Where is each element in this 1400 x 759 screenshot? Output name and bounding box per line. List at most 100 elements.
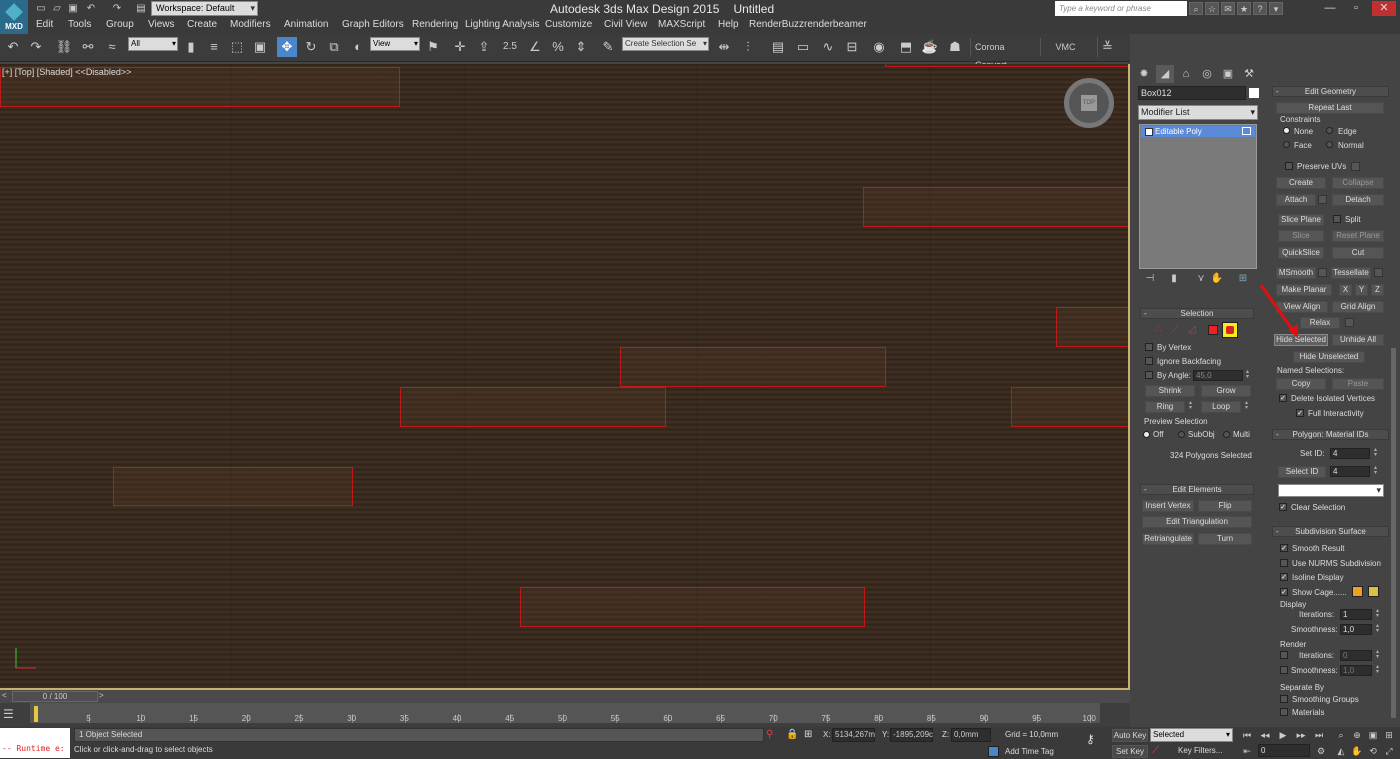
- flip-button[interactable]: Flip: [1198, 500, 1252, 512]
- menu-modifiers[interactable]: Modifiers: [230, 19, 271, 30]
- ignore-backfacing-checkbox[interactable]: [1145, 357, 1153, 365]
- make-unique-icon[interactable]: ⋎: [1194, 273, 1208, 287]
- app-logo[interactable]: MXD: [0, 0, 28, 34]
- selected-plank[interactable]: [520, 587, 865, 627]
- configure-modifier-sets-icon[interactable]: ⊞: [1236, 273, 1250, 287]
- ring-button[interactable]: Ring: [1145, 401, 1185, 413]
- viewcube-face[interactable]: TOP: [1081, 95, 1097, 111]
- maximize-icon[interactable]: ▫: [1344, 1, 1368, 16]
- key-icon[interactable]: ⚷: [1086, 732, 1095, 746]
- auto-key-button[interactable]: Auto Key: [1112, 729, 1148, 742]
- isolate-selection-icon[interactable]: ⚲: [766, 729, 773, 740]
- select-id-field[interactable]: 4: [1330, 466, 1370, 477]
- copy-button[interactable]: Copy: [1276, 378, 1326, 390]
- favorites-icon[interactable]: ★: [1237, 2, 1251, 15]
- pan-view-icon[interactable]: ✋: [1350, 745, 1364, 757]
- tessellate-button[interactable]: Tessellate: [1331, 267, 1371, 279]
- detach-button[interactable]: Detach: [1332, 194, 1384, 206]
- render-smoothness-spinner[interactable]: ▴ ▾: [1374, 664, 1381, 676]
- project-folder-icon[interactable]: ▤: [134, 2, 148, 15]
- new-file-icon[interactable]: ▭: [34, 2, 48, 15]
- smoothing-groups-checkbox[interactable]: [1280, 695, 1288, 703]
- angle-spinner[interactable]: ▴ ▾: [1244, 369, 1251, 381]
- zoom-icon[interactable]: ⌕: [1334, 729, 1348, 741]
- selected-plank[interactable]: [113, 467, 353, 506]
- selected-plank[interactable]: [885, 64, 1128, 67]
- selected-plank[interactable]: [1011, 387, 1128, 427]
- menu-edit[interactable]: Edit: [36, 19, 53, 30]
- time-slider-thumb[interactable]: 0 / 100: [12, 691, 98, 702]
- select-move-icon[interactable]: ✥: [277, 37, 297, 57]
- key-mode-toggle-icon[interactable]: ⇤: [1240, 745, 1254, 757]
- cage-color-swatch-1[interactable]: [1352, 586, 1363, 597]
- isoline-display-checkbox[interactable]: ✓: [1280, 573, 1288, 581]
- border-mode-icon[interactable]: ◿: [1188, 324, 1200, 336]
- minimize-icon[interactable]: —: [1318, 1, 1342, 16]
- menu-tools[interactable]: Tools: [68, 19, 91, 30]
- link-icon[interactable]: ⛓: [54, 37, 74, 57]
- menu-civil-view[interactable]: Civil View: [604, 19, 647, 30]
- ribbon-toggle-icon[interactable]: ▭: [793, 37, 813, 57]
- key-mode-dropdown[interactable]: Selected ▾: [1150, 728, 1233, 742]
- curve-editor-mini-icon[interactable]: ☰: [3, 707, 21, 723]
- display-iterations-field[interactable]: 1: [1340, 609, 1372, 620]
- next-frame-icon[interactable]: ▸▸: [1294, 729, 1308, 741]
- viewport-label[interactable]: [+] [Top] [Shaded] <<Disabled>>: [2, 67, 131, 77]
- polygon-mode-icon[interactable]: [1208, 325, 1218, 335]
- constraint-edge-radio[interactable]: [1326, 127, 1333, 134]
- element-mode-icon[interactable]: [1222, 322, 1238, 338]
- attach-list-icon[interactable]: [1318, 195, 1327, 204]
- rollout-material-ids-header[interactable]: - Polygon: Material IDs: [1272, 429, 1389, 440]
- selected-plank[interactable]: [620, 347, 886, 387]
- rollout-subdivision-header[interactable]: - Subdivision Surface: [1272, 526, 1389, 537]
- shrink-button[interactable]: Shrink: [1145, 385, 1195, 397]
- selected-plank[interactable]: [1056, 307, 1128, 347]
- render-iterations-field[interactable]: 0: [1340, 650, 1372, 661]
- stack-item-expand-icon[interactable]: [1242, 127, 1251, 135]
- search-input[interactable]: Type a keyword or phrase: [1055, 1, 1187, 16]
- edit-triangulation-button[interactable]: Edit Triangulation: [1142, 516, 1252, 528]
- show-end-result-icon[interactable]: ▮: [1167, 273, 1181, 287]
- curve-editor-icon[interactable]: ∿: [818, 37, 838, 57]
- previous-frame-icon[interactable]: ◂◂: [1258, 729, 1272, 741]
- render-smoothness-field[interactable]: 1,0: [1340, 665, 1372, 676]
- loop-spinner[interactable]: ▴ ▾: [1243, 400, 1250, 412]
- modifier-stack[interactable]: [1139, 124, 1257, 269]
- grow-button[interactable]: Grow: [1201, 385, 1251, 397]
- menu-create[interactable]: Create: [187, 19, 217, 30]
- smooth-result-checkbox[interactable]: ✓: [1280, 544, 1288, 552]
- rendered-frame-icon[interactable]: ☕: [920, 37, 940, 57]
- snap-toggle-icon[interactable]: 2.5: [500, 37, 520, 57]
- menu-views[interactable]: Views: [148, 19, 175, 30]
- menu-renderbeamer[interactable]: renderbeamer: [804, 19, 867, 30]
- preview-subobj-radio[interactable]: [1178, 431, 1185, 438]
- time-slider-next-icon[interactable]: >: [99, 691, 111, 702]
- angle-snap-icon[interactable]: ∠: [525, 37, 545, 57]
- percent-snap-icon[interactable]: %: [548, 37, 568, 57]
- grid-align-button[interactable]: Grid Align: [1332, 301, 1384, 313]
- rollout-edit-geometry-header[interactable]: - Edit Geometry: [1272, 86, 1389, 97]
- corona-convert-button[interactable]: Corona Convert: [970, 38, 1030, 70]
- slice-button[interactable]: Slice: [1278, 230, 1324, 242]
- preview-off-radio[interactable]: [1143, 431, 1150, 438]
- close-icon[interactable]: ✕: [1372, 1, 1396, 16]
- keyboard-shortcut-icon[interactable]: ⇪: [474, 37, 494, 57]
- render-setup-icon[interactable]: ⬒: [896, 37, 916, 57]
- edit-named-sel-icon[interactable]: ✎: [598, 37, 618, 57]
- add-time-tag-button[interactable]: Add Time Tag: [1005, 747, 1054, 756]
- material-name-dropdown[interactable]: ▾: [1278, 484, 1384, 497]
- rectangular-selection-icon[interactable]: ⬚: [227, 37, 247, 57]
- selected-plank[interactable]: [863, 187, 1128, 227]
- preview-multi-radio[interactable]: [1223, 431, 1230, 438]
- motion-tab-icon[interactable]: ◎: [1198, 65, 1216, 83]
- zoom-all-icon[interactable]: ⊕: [1350, 729, 1364, 741]
- ref-coord-dropdown[interactable]: View ▾: [370, 37, 420, 51]
- tessellate-settings-icon[interactable]: [1374, 268, 1383, 277]
- edge-mode-icon[interactable]: ⟋: [1172, 324, 1184, 336]
- open-file-icon[interactable]: ▱: [50, 2, 64, 15]
- collapse-button[interactable]: Collapse: [1332, 177, 1384, 189]
- select-rotate-icon[interactable]: ↻: [301, 37, 321, 57]
- menu-renderbuzz[interactable]: RenderBuzz: [749, 19, 804, 30]
- create-tab-icon[interactable]: ✸: [1135, 65, 1153, 83]
- clear-selection-checkbox[interactable]: ✓: [1279, 503, 1287, 511]
